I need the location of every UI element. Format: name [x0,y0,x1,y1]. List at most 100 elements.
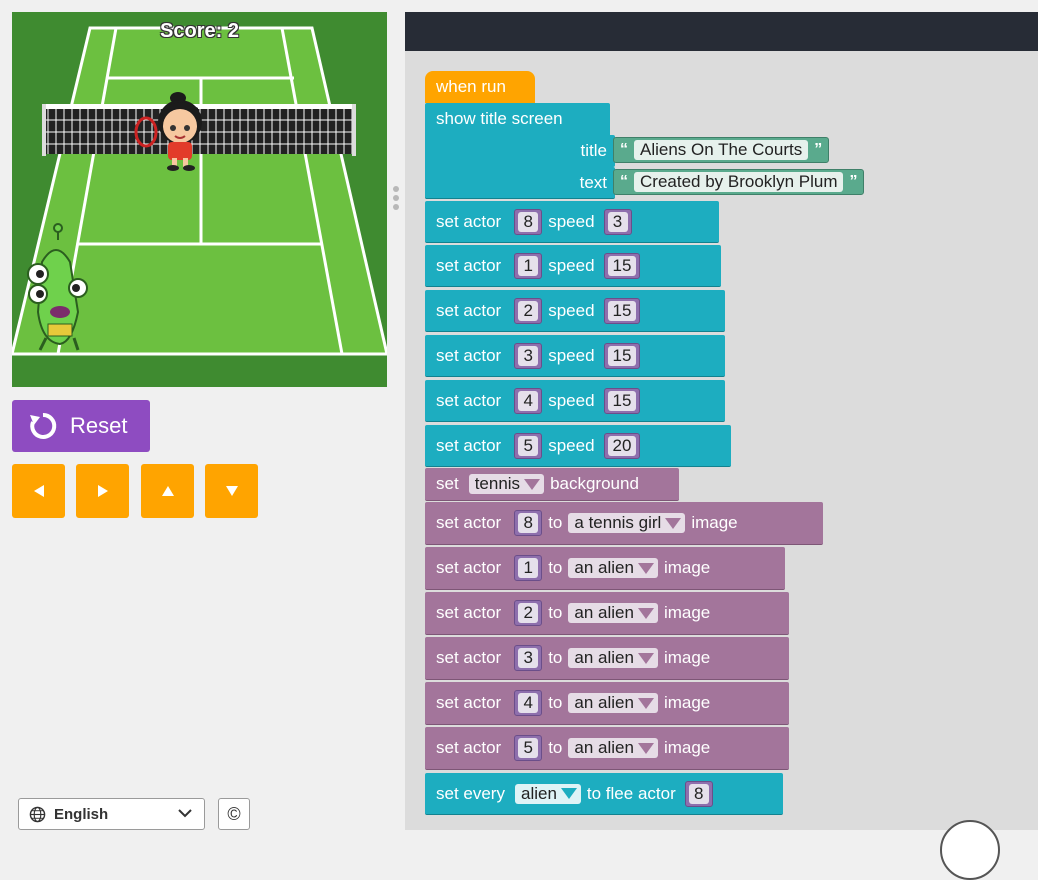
actor-number[interactable]: 5 [514,432,543,459]
speed-label: speed [548,390,595,410]
text-param-row: text [425,167,615,199]
text-value[interactable]: Created by Brooklyn Plum [634,172,844,192]
speed-value[interactable]: 15 [603,387,641,414]
set-actor-image-block[interactable]: set actor 2 to an alien image [425,592,789,635]
set-actor-label: set actor [436,558,502,577]
set-actor-image-block[interactable]: set actor 5 to an alien image [425,727,789,770]
set-actor-label: set actor [436,738,502,757]
dropdown-arrow-icon [665,517,682,529]
to-label: to [548,603,563,622]
actor-number[interactable]: 1 [514,252,543,279]
to-label: to [548,738,563,757]
up-arrow-button[interactable] [141,464,194,518]
set-background-block[interactable]: set tennis background [425,468,679,501]
set-actor-speed-block[interactable]: set actor 8 speed 3 [425,201,719,243]
to-label: to [548,648,563,667]
title-param-row: title [425,135,615,167]
text-param-label: text [579,172,607,192]
set-actor-speed-block[interactable]: set actor 2 speed 15 [425,290,725,332]
actor-number[interactable]: 8 [514,208,543,235]
image-dropdown[interactable]: an alien [568,693,658,713]
title-value[interactable]: Aliens On The Courts [634,140,809,160]
image-dropdown[interactable]: an alien [568,648,658,668]
workspace-zoom-control[interactable] [940,820,1000,880]
close-quote-icon: ” [849,173,858,190]
reset-icon [30,412,57,439]
flee-actor-number[interactable]: 8 [684,780,713,807]
image-suffix: image [663,738,711,757]
dropdown-arrow-icon [637,562,654,574]
image-dropdown[interactable]: an alien [568,738,658,758]
copyright-button[interactable]: © [218,798,250,830]
open-quote-icon: “ [620,141,628,158]
panel-resize-handle[interactable] [393,186,401,216]
workspace-header [405,12,1038,51]
image-dropdown[interactable]: a tennis girl [568,513,686,533]
title-string-block[interactable]: “ Aliens On The Courts ” [613,137,830,163]
actor-number[interactable]: 2 [514,600,543,626]
when-run-label: when run [436,77,506,96]
speed-value[interactable]: 20 [603,432,641,459]
to-label: to [548,693,563,712]
when-run-block[interactable]: when run [425,71,535,103]
set-actor-image-block[interactable]: set actor 1 to an alien image [425,547,785,590]
image-suffix: image [691,513,738,532]
set-actor-label: set actor [436,390,502,410]
speed-label: speed [548,345,595,365]
language-label: English [54,805,109,823]
tennis-court [12,12,387,387]
actor-number[interactable]: 2 [514,297,543,324]
speed-value[interactable]: 15 [603,342,641,369]
actor-number[interactable]: 8 [514,510,543,536]
set-actor-speed-block[interactable]: set actor 1 speed 15 [425,245,721,287]
speed-value[interactable]: 15 [603,252,641,279]
reset-button[interactable]: Reset [12,400,150,452]
flee-type-dropdown[interactable]: alien [514,783,581,804]
game-canvas[interactable]: Score: 2 [12,12,387,387]
actor-number[interactable]: 1 [514,555,543,581]
set-actor-label: set actor [436,435,502,455]
speed-value[interactable]: 15 [603,297,641,324]
flee-middle-label: to flee actor [586,783,676,803]
set-actor-speed-block[interactable]: set actor 4 speed 15 [425,380,725,422]
language-select[interactable]: English [18,798,205,830]
speed-label: speed [548,211,595,231]
close-quote-icon: ” [814,141,823,158]
set-actor-image-block[interactable]: set actor 3 to an alien image [425,637,789,680]
down-arrow-button[interactable] [205,464,258,518]
set-every-label: set every [436,783,505,803]
image-suffix: image [663,648,711,667]
actor-number[interactable]: 5 [514,735,543,761]
speed-value[interactable]: 3 [603,208,632,235]
actor-number[interactable]: 4 [514,387,543,414]
background-dropdown[interactable]: tennis [468,474,545,494]
image-dropdown[interactable]: an alien [568,558,658,578]
set-actor-label: set actor [436,255,502,275]
blocks-workspace[interactable]: when run show title screen title text “ … [405,51,1038,830]
image-suffix: image [663,693,711,712]
to-label: to [548,558,563,577]
set-flee-block[interactable]: set every alien to flee actor 8 [425,773,783,815]
globe-icon [29,806,46,822]
set-actor-speed-block[interactable]: set actor 3 speed 15 [425,335,725,377]
speed-label: speed [548,255,595,275]
actor-number[interactable]: 4 [514,690,543,716]
open-quote-icon: “ [620,173,628,190]
up-arrow-icon [161,486,174,496]
set-actor-image-block[interactable]: set actor 4 to an alien image [425,682,789,725]
set-actor-label: set actor [436,648,502,667]
right-arrow-icon [97,485,108,497]
text-string-block[interactable]: “ Created by Brooklyn Plum ” [613,169,865,195]
left-arrow-button[interactable] [12,464,65,518]
actor-number[interactable]: 3 [514,645,543,671]
set-actor-label: set actor [436,513,502,532]
set-actor-speed-block[interactable]: set actor 5 speed 20 [425,425,731,467]
image-dropdown[interactable]: an alien [568,603,658,623]
dropdown-arrow-icon [637,607,654,619]
score-display: Score: 2 [160,20,239,42]
right-arrow-button[interactable] [76,464,129,518]
flee-type-value: alien [520,783,557,803]
background-value: tennis [474,474,521,493]
set-actor-image-block[interactable]: set actor 8 to a tennis girl image [425,502,823,545]
actor-number[interactable]: 3 [514,342,543,369]
